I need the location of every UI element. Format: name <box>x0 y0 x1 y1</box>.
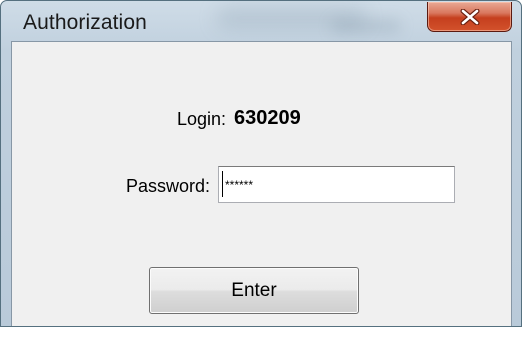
password-field[interactable] <box>218 166 455 203</box>
enter-button[interactable]: Enter <box>149 267 359 314</box>
close-button[interactable] <box>427 2 512 32</box>
text-caret <box>222 171 223 197</box>
authorization-window: Authorization Login: 630209 Password: En… <box>0 0 522 327</box>
login-value: 630209 <box>234 107 301 129</box>
dialog-client-area: Login: 630209 Password: Enter <box>11 41 512 326</box>
title-bar[interactable]: Authorization <box>1 1 521 41</box>
login-label: Login: <box>176 109 226 129</box>
window-title: Authorization <box>23 11 147 34</box>
password-label: Password: <box>125 176 210 196</box>
close-x-icon <box>460 8 480 25</box>
